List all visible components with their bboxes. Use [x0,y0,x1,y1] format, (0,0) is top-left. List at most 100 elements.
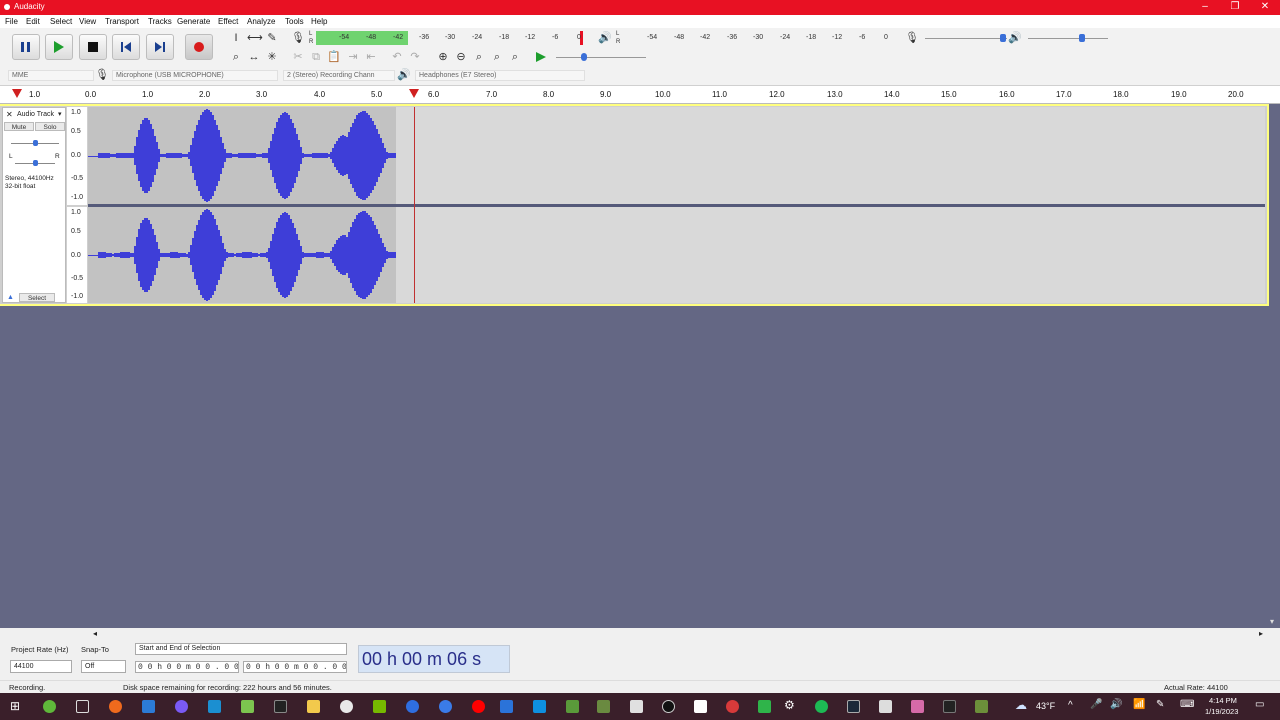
app-icon[interactable] [274,700,287,713]
track-menu-chevron-icon[interactable]: ▾ [58,110,62,118]
pause-button[interactable] [12,34,40,60]
snap-to-select[interactable]: Off [81,660,126,673]
pan-slider-thumb[interactable] [33,160,38,166]
skip-to-start-button[interactable] [112,34,140,60]
weather-temperature[interactable]: 43°F [1036,701,1055,711]
play-speed-thumb[interactable] [581,53,587,61]
app-icon[interactable] [597,700,610,713]
fit-project-icon[interactable]: ⌕ [490,50,504,64]
app-icon[interactable] [340,700,353,713]
app-icon[interactable] [500,700,513,713]
menu-tools[interactable]: Tools [285,17,304,26]
redo-icon[interactable]: ↷ [408,50,422,64]
scroll-down-icon[interactable]: ▾ [1270,617,1274,626]
playback-volume-slider[interactable] [1028,38,1108,39]
horizontal-scrollbar[interactable]: ◂ ▸ [0,628,1280,640]
gain-slider-thumb[interactable] [33,140,38,146]
app-icon[interactable] [662,700,675,713]
timeline-ruler[interactable]: 1.0 0.0 1.0 2.0 3.0 4.0 5.0 6.0 7.0 8.0 … [0,86,1280,104]
left-channel-waveform[interactable] [88,107,1265,204]
tray-volume-icon[interactable]: 🔊 [1110,699,1122,710]
right-channel-waveform[interactable] [88,207,1265,303]
play-at-speed-button[interactable] [535,51,547,65]
scroll-right-icon[interactable]: ▸ [1259,629,1263,638]
start-icon[interactable]: ⊞ [10,699,20,713]
record-button[interactable] [185,34,213,60]
menu-select[interactable]: Select [50,17,72,26]
audio-position-display[interactable]: 00 h 00 m 06 s [358,645,510,673]
zoom-tool-icon[interactable]: ⌕ [229,50,243,64]
menu-analyze[interactable]: Analyze [247,17,275,26]
time-shift-tool-icon[interactable]: ↔ [247,50,261,64]
zoom-toggle-icon[interactable]: ⌕ [508,50,522,64]
selection-mode-select[interactable]: Start and End of Selection [135,643,347,655]
selection-start-time[interactable]: 0 0 h 0 0 m 0 0 . 0 0 0 s [135,661,239,673]
trim-icon[interactable]: ⇥ [346,50,360,64]
menu-edit[interactable]: Edit [26,17,40,26]
minimize-button[interactable]: – [1190,0,1220,15]
paste-icon[interactable]: 📋 [327,50,341,64]
menu-tracks[interactable]: Tracks [148,17,172,26]
menu-file[interactable]: File [5,17,18,26]
menu-transport[interactable]: Transport [105,17,139,26]
tray-chevron-up-icon[interactable]: ^ [1068,700,1073,711]
mail-icon[interactable] [533,700,546,713]
draw-tool-icon[interactable]: ✎ [265,31,279,45]
playback-volume-thumb[interactable] [1079,34,1085,42]
app-icon[interactable] [208,700,221,713]
track-close-icon[interactable]: ✕ [6,110,13,119]
app-icon[interactable] [630,700,643,713]
app-icon[interactable] [142,700,155,713]
app-icon[interactable] [241,700,254,713]
app-icon[interactable] [566,700,579,713]
mute-button[interactable]: Mute [4,122,34,131]
app-icon[interactable] [439,700,452,713]
menu-generate[interactable]: Generate [177,17,210,26]
clock-time[interactable]: 4:14 PM [1209,696,1237,705]
calendar-icon[interactable] [76,700,89,713]
scroll-left-icon[interactable]: ◂ [93,629,97,638]
tray-pen-icon[interactable]: ✎ [1156,699,1164,710]
app-icon[interactable] [694,700,707,713]
file-explorer-icon[interactable] [307,700,320,713]
tray-microphone-icon[interactable]: 🎤 [1090,699,1102,710]
fit-selection-icon[interactable]: ⌕ [472,50,486,64]
app-icon[interactable] [943,700,956,713]
recording-channels-select[interactable]: 2 (Stereo) Recording Chann [283,70,395,81]
zoom-out-icon[interactable]: ⊖ [454,50,468,64]
copy-icon[interactable]: ⧉ [309,50,323,64]
app-icon[interactable] [758,700,771,713]
collapse-track-icon[interactable]: ▲ [7,294,14,301]
app-icon[interactable] [175,700,188,713]
speaker-icon[interactable]: 🔊 [598,31,612,45]
tray-keyboard-icon[interactable]: ⌨ [1180,699,1194,710]
recording-volume-thumb[interactable] [1000,34,1006,42]
app-icon[interactable] [726,700,739,713]
notifications-icon[interactable]: ▭ [1255,699,1264,710]
select-track-button[interactable]: Select [19,293,55,302]
playback-device-select[interactable]: Headphones (E7 Stereo) [415,70,585,81]
settings-gear-icon[interactable]: ⚙ [784,698,795,712]
app-icon[interactable] [373,700,386,713]
spotify-icon[interactable] [815,700,828,713]
maximize-button[interactable]: ❐ [1220,0,1250,15]
weather-cloud-icon[interactable]: ☁ [1015,698,1027,712]
silence-icon[interactable]: ⇤ [364,50,378,64]
recording-device-select[interactable]: Microphone (USB MICROPHONE) [112,70,278,81]
stop-button[interactable] [79,34,107,60]
track-name-menu[interactable]: Audio Track [17,111,54,118]
project-rate-select[interactable]: 44100 [10,660,72,673]
undo-icon[interactable]: ↶ [390,50,404,64]
cut-icon[interactable]: ✂ [291,50,305,64]
skip-to-end-button[interactable] [146,34,174,60]
app-icon[interactable] [406,700,419,713]
tray-network-icon[interactable]: 📶 [1133,699,1145,710]
menu-help[interactable]: Help [311,17,327,26]
firefox-icon[interactable] [109,700,122,713]
menu-effect[interactable]: Effect [218,17,238,26]
selection-end-time[interactable]: 0 0 h 0 0 m 0 0 . 0 0 0 s [243,661,347,673]
solo-button[interactable]: Solo [35,122,65,131]
selection-tool-icon[interactable]: I [229,31,243,45]
clock-date[interactable]: 1/19/2023 [1205,707,1238,716]
app-icon[interactable] [43,700,56,713]
